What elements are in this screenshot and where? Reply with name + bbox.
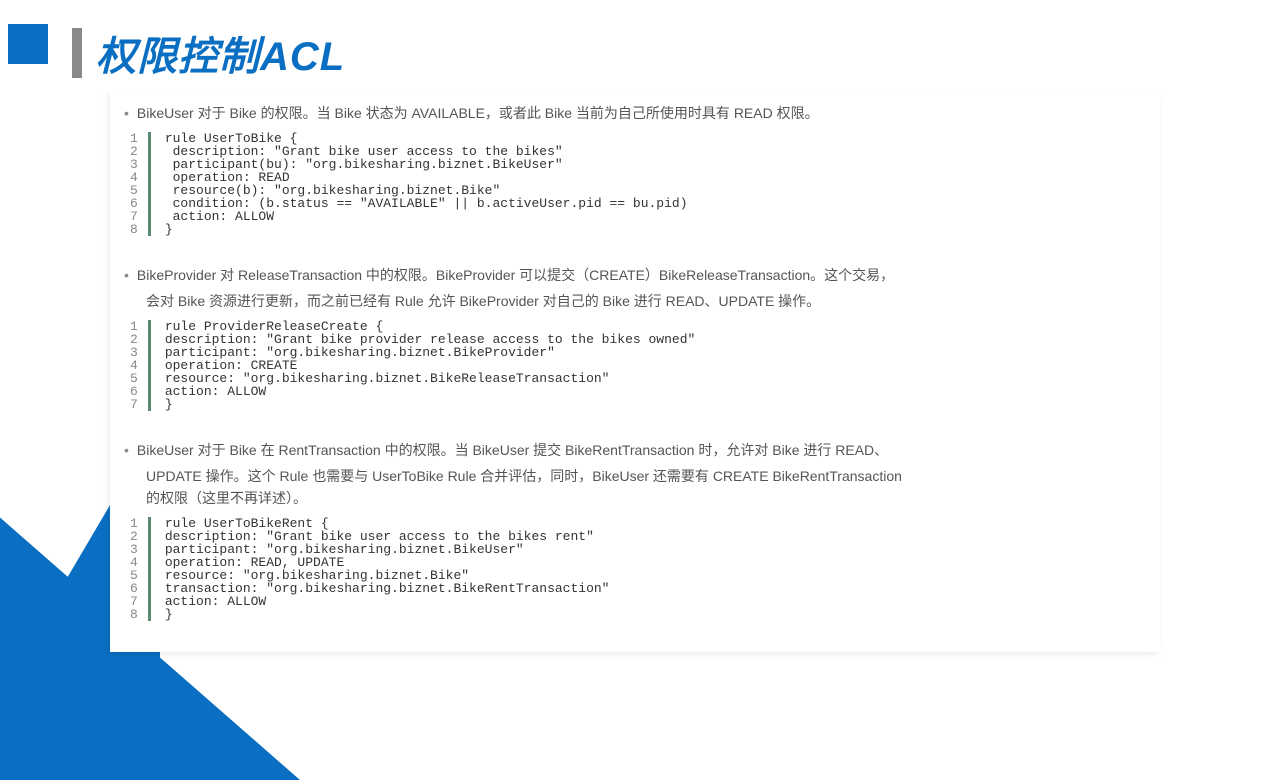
page-title-bar: 权限控制ACL xyxy=(72,24,345,82)
corner-square xyxy=(8,24,48,64)
bullet-text-cont: UPDATE 操作。这个 Rule 也需要与 UserToBike Rule 合… xyxy=(146,465,1124,487)
line-numbers: 12345678 xyxy=(124,517,151,621)
bullet-section-3: • BikeUser 对于 Bike 在 RentTransaction 中的权… xyxy=(124,439,1124,509)
code-lines: rule ProviderReleaseCreate {description:… xyxy=(151,320,696,411)
bullet-dot-icon: • xyxy=(124,264,129,286)
bullet-section-1: • BikeUser 对于 Bike 的权限。当 Bike 状态为 AVAILA… xyxy=(124,102,1124,124)
bullet-dot-icon: • xyxy=(124,102,129,124)
content-area: • BikeUser 对于 Bike 的权限。当 Bike 状态为 AVAILA… xyxy=(124,102,1124,621)
code-block-3: 12345678 rule UserToBikeRent {descriptio… xyxy=(124,517,1124,621)
code-lines: rule UserToBikeRent {description: "Grant… xyxy=(151,517,610,621)
line-numbers: 12345678 xyxy=(124,132,151,236)
code-block-2: 1234567 rule ProviderReleaseCreate {desc… xyxy=(124,320,1124,411)
bullet-text: BikeUser 对于 Bike 在 RentTransaction 中的权限。… xyxy=(137,439,888,461)
line-numbers: 1234567 xyxy=(124,320,151,411)
content-card: • BikeUser 对于 Bike 的权限。当 Bike 状态为 AVAILA… xyxy=(110,92,1160,652)
bullet-text-cont2: 的权限（这里不再详述）。 xyxy=(146,487,1124,509)
bullet-dot-icon: • xyxy=(124,439,129,461)
code-block-1: 12345678 rule UserToBike { description: … xyxy=(124,132,1124,236)
bullet-text-cont: 会对 Bike 资源进行更新，而之前已经有 Rule 允许 BikeProvid… xyxy=(146,290,1124,312)
bullet-text: BikeProvider 对 ReleaseTransaction 中的权限。B… xyxy=(137,264,894,286)
bullet-section-2: • BikeProvider 对 ReleaseTransaction 中的权限… xyxy=(124,264,1124,312)
bullet-text: BikeUser 对于 Bike 的权限。当 Bike 状态为 AVAILABL… xyxy=(137,102,819,124)
title-accent-bar xyxy=(72,28,82,78)
page-title: 权限控制ACL xyxy=(96,24,345,82)
code-lines: rule UserToBike { description: "Grant bi… xyxy=(151,132,688,236)
